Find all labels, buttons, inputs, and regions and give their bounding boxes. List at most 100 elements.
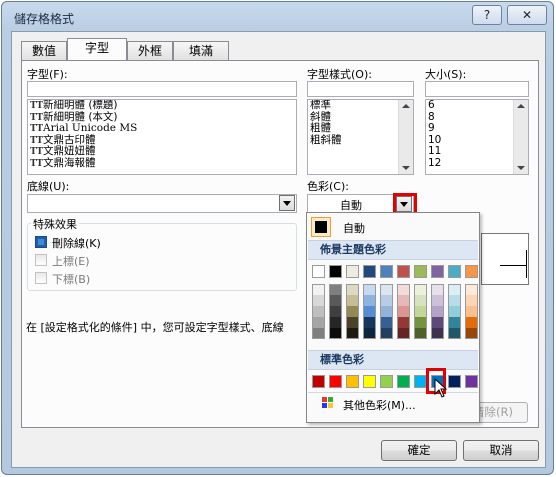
color-swatch[interactable] — [312, 317, 325, 328]
underline-select[interactable] — [27, 194, 297, 213]
effects-group-label: 特殊效果 — [31, 216, 79, 232]
color-swatch[interactable] — [414, 317, 427, 328]
color-swatch[interactable] — [414, 328, 427, 339]
color-swatch[interactable] — [465, 295, 478, 306]
font-style-input[interactable] — [307, 81, 414, 97]
ok-button[interactable]: 確定 — [381, 440, 457, 461]
color-swatch[interactable] — [363, 284, 376, 295]
color-swatch[interactable] — [465, 328, 478, 339]
color-swatch[interactable] — [431, 328, 444, 339]
color-swatch[interactable] — [312, 375, 325, 388]
color-swatch[interactable] — [397, 317, 410, 328]
color-swatch[interactable] — [414, 265, 427, 278]
color-swatch[interactable] — [448, 295, 461, 306]
color-swatch[interactable] — [465, 284, 478, 295]
color-swatch[interactable] — [448, 265, 461, 278]
color-swatch[interactable] — [397, 265, 410, 278]
scroll-up-icon — [402, 104, 410, 108]
color-swatch-column — [414, 284, 427, 339]
color-swatch[interactable] — [363, 306, 376, 317]
color-swatch[interactable] — [380, 265, 393, 278]
tab-font[interactable]: 字型 — [67, 38, 127, 60]
color-swatch[interactable] — [312, 295, 325, 306]
tab-border[interactable]: 外框 — [127, 41, 173, 60]
automatic-color-swatch[interactable] — [311, 217, 331, 237]
color-swatch[interactable] — [346, 265, 359, 278]
color-swatch[interactable] — [431, 295, 444, 306]
color-swatch[interactable] — [380, 328, 393, 339]
color-swatch[interactable] — [431, 284, 444, 295]
font-style-list[interactable]: 標準 斜體 粗體 粗斜體 — [307, 99, 414, 175]
tab-number[interactable]: 數值 — [21, 41, 67, 60]
color-swatch[interactable] — [465, 306, 478, 317]
color-swatch[interactable] — [380, 295, 393, 306]
color-swatch[interactable] — [397, 295, 410, 306]
color-swatch[interactable] — [380, 306, 393, 317]
color-swatch[interactable] — [312, 284, 325, 295]
color-swatch[interactable] — [448, 317, 461, 328]
color-swatch[interactable] — [346, 317, 359, 328]
strikethrough-checkbox[interactable] — [35, 236, 47, 248]
cancel-button[interactable]: 取消 — [463, 440, 539, 461]
color-swatch[interactable] — [312, 328, 325, 339]
color-swatch[interactable] — [380, 375, 393, 388]
chevron-down-icon — [283, 201, 291, 206]
color-swatch[interactable] — [312, 265, 325, 278]
color-swatch[interactable] — [414, 284, 427, 295]
color-swatch[interactable] — [346, 375, 359, 388]
more-colors-link[interactable]: 其他色彩(M)... — [343, 397, 416, 413]
color-swatch[interactable] — [346, 306, 359, 317]
automatic-color-label[interactable]: 自動 — [343, 220, 365, 236]
color-swatch[interactable] — [465, 317, 478, 328]
font-list[interactable]: TT新細明體 (標題) TT新細明體 (本文) TTArial Unicode … — [27, 99, 297, 175]
color-swatch[interactable] — [329, 265, 342, 278]
color-swatch[interactable] — [465, 375, 478, 388]
color-swatch[interactable] — [448, 306, 461, 317]
color-swatch[interactable] — [397, 306, 410, 317]
color-swatch[interactable] — [397, 328, 410, 339]
color-swatch[interactable] — [363, 265, 376, 278]
color-swatch[interactable] — [397, 284, 410, 295]
size-scrollbar[interactable] — [513, 100, 528, 174]
black-swatch-icon — [315, 221, 327, 233]
color-swatch[interactable] — [363, 375, 376, 388]
color-swatch[interactable] — [329, 375, 342, 388]
color-swatch[interactable] — [414, 295, 427, 306]
tab-fill[interactable]: 填滿 — [173, 41, 229, 60]
color-swatch[interactable] — [346, 328, 359, 339]
color-swatch[interactable] — [312, 306, 325, 317]
color-swatch[interactable] — [329, 317, 342, 328]
font-style-scrollbar[interactable] — [398, 100, 413, 174]
size-list[interactable]: 6 8 9 10 11 12 — [425, 99, 529, 175]
color-swatch[interactable] — [329, 328, 342, 339]
color-swatch[interactable] — [380, 284, 393, 295]
color-swatch[interactable] — [329, 295, 342, 306]
underline-dropdown-button[interactable] — [279, 195, 295, 211]
help-button[interactable]: ? — [472, 5, 502, 25]
list-item[interactable]: TT文鼎海報體 — [28, 157, 296, 170]
color-swatch[interactable] — [431, 265, 444, 278]
color-swatch[interactable] — [380, 317, 393, 328]
font-input[interactable] — [27, 81, 297, 97]
color-swatch[interactable] — [329, 284, 342, 295]
superscript-checkbox[interactable] — [35, 254, 47, 266]
color-swatch[interactable] — [431, 317, 444, 328]
size-input[interactable] — [425, 81, 529, 97]
color-swatch[interactable] — [329, 306, 342, 317]
subscript-checkbox[interactable] — [35, 272, 47, 284]
color-swatch[interactable] — [363, 295, 376, 306]
color-swatch[interactable] — [346, 284, 359, 295]
font-label: 字型(F): — [27, 68, 68, 81]
color-swatch[interactable] — [346, 295, 359, 306]
color-swatch[interactable] — [448, 284, 461, 295]
color-swatch[interactable] — [431, 306, 444, 317]
color-swatch[interactable] — [448, 375, 461, 388]
color-swatch[interactable] — [465, 265, 478, 278]
color-swatch[interactable] — [414, 306, 427, 317]
color-swatch[interactable] — [448, 328, 461, 339]
color-swatch[interactable] — [363, 317, 376, 328]
truetype-icon: TT — [30, 158, 44, 169]
color-swatch[interactable] — [397, 375, 410, 388]
close-button[interactable]: ✕ — [507, 5, 547, 25]
color-swatch[interactable] — [363, 328, 376, 339]
